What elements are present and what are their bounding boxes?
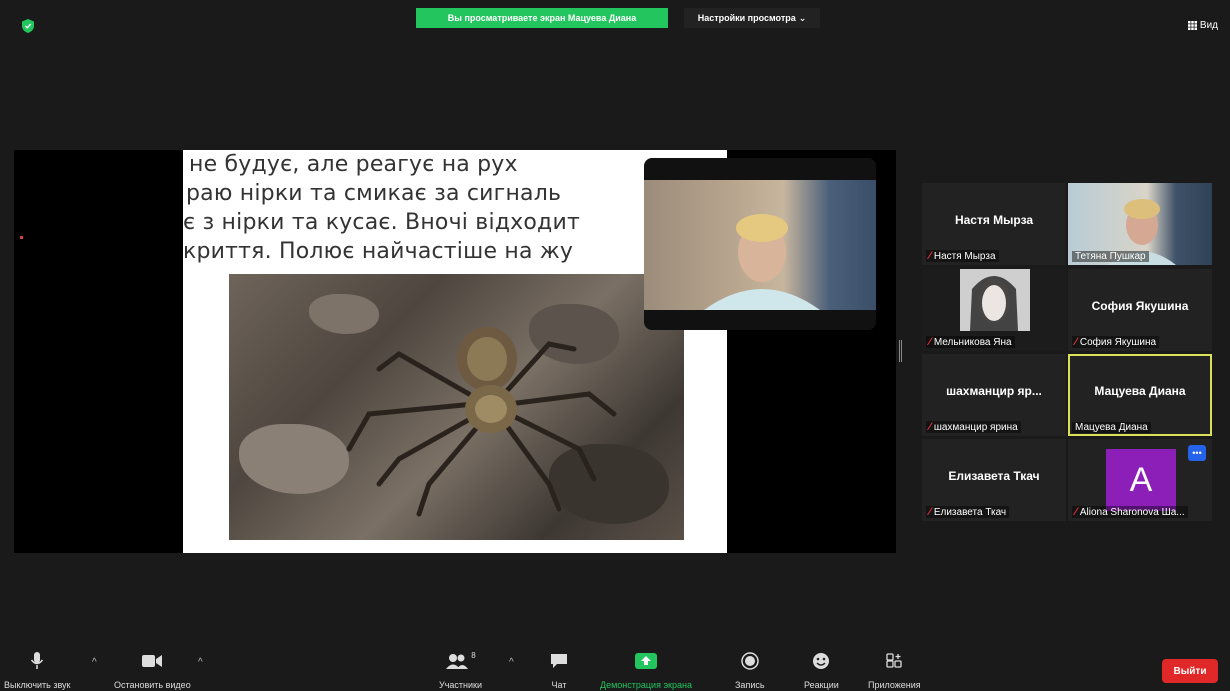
share-screen-icon [634, 651, 657, 671]
participant-label-text: Мельникова Яна [933, 336, 1012, 348]
view-button-label: Вид [1199, 20, 1218, 31]
participant-tile[interactable]: ⁄ Мельникова Яна [922, 269, 1066, 351]
record-label: Запись [735, 680, 765, 690]
stop-video-button[interactable]: Остановить видео [114, 651, 191, 690]
speaker-video [644, 180, 876, 310]
spider-photo [229, 274, 684, 540]
slide-text-line: криття. Полює найчастіше на жу [183, 239, 574, 264]
slide-text-line: раю нірки та смикає за сигналь [186, 181, 562, 206]
participant-tile[interactable]: Елизавета Ткач ⁄ Елизавета Ткач [922, 439, 1066, 521]
camera-icon [142, 651, 163, 671]
share-screen-button[interactable]: Демонстрация экрана [600, 651, 692, 690]
participant-label-text: София Якушина [1079, 336, 1157, 348]
spider-image [346, 327, 617, 517]
mic-muted-icon: ⁄ [929, 250, 931, 262]
participant-label: ⁄ Елизавета Ткач [926, 506, 1010, 518]
apps-icon [886, 651, 902, 671]
participant-tile[interactable]: шахманцир яр... ⁄ шахманцир ярина [922, 354, 1066, 436]
avatar: A [1106, 449, 1176, 511]
microphone-icon [30, 651, 44, 671]
meeting-toolbar: Выключить звук ^ Остановить видео ^ 8 Уч… [0, 645, 1230, 691]
participant-tile-active[interactable]: Мацуева Диана Мацуева Диана [1068, 354, 1212, 436]
chat-label: Чат [551, 680, 567, 690]
participant-label-text: Aliona Sharonova Ша... [1079, 506, 1185, 518]
participant-label-text: Настя Мырза [933, 250, 996, 262]
more-options-icon[interactable]: ••• [1188, 445, 1206, 461]
mute-label: Выключить звук [4, 680, 71, 690]
mic-muted-icon: ⁄ [929, 336, 931, 348]
participants-button[interactable]: 8 Участники [439, 651, 482, 690]
participant-name-big: Настя Мырза [954, 213, 1034, 227]
participant-label: ⁄ София Якушина [1072, 336, 1160, 348]
grid-icon [1187, 21, 1197, 30]
record-button[interactable]: Запись [735, 651, 765, 690]
participant-label: ⁄ Настя Мырза [926, 250, 999, 262]
stop-video-label: Остановить видео [114, 680, 191, 690]
participant-tile[interactable]: Тетяна Пушкар [1068, 183, 1212, 265]
participants-label: Участники [439, 680, 482, 690]
view-settings-dropdown[interactable]: Настройки просмотра ⌄ [684, 8, 820, 28]
participant-name-big: Елизавета Ткач [948, 469, 1040, 483]
slide-text-line: не будує, але реагує на рух [189, 152, 518, 177]
share-screen-label: Демонстрация экрана [600, 680, 692, 690]
mic-muted-icon: ⁄ [1075, 506, 1077, 518]
mic-muted-icon: ⁄ [1075, 336, 1077, 348]
participants-options-caret-icon[interactable]: ^ [509, 657, 514, 668]
participant-label-text: Тетяна Пушкар [1075, 251, 1146, 262]
slide-text-line: є з нірки та кусає. Вночі відходит [183, 210, 580, 235]
mute-button[interactable]: Выключить звук [4, 651, 71, 690]
screen-share-banner: Вы просматриваете экран Мацуева Диана [416, 8, 668, 28]
record-icon [741, 651, 759, 671]
top-bar: Вы просматриваете экран Мацуева Диана На… [0, 0, 1230, 33]
participant-label: Мацуева Диана [1072, 422, 1151, 433]
participant-label: ⁄ Aliona Sharonova Ша... [1072, 506, 1188, 518]
participant-label-text: Елизавета Ткач [933, 506, 1007, 518]
participant-tile[interactable]: София Якушина ⁄ София Якушина [1068, 269, 1212, 351]
video-options-caret-icon[interactable]: ^ [198, 657, 203, 668]
chat-icon [550, 651, 568, 671]
reactions-label: Реакции [804, 680, 839, 690]
speaker-person [704, 214, 820, 310]
security-shield-icon[interactable] [22, 19, 34, 33]
participant-tile[interactable]: Настя Мырза ⁄ Настя Мырза [922, 183, 1066, 265]
participant-name-big: Мацуева Диана [1094, 384, 1186, 398]
view-settings-label: Настройки просмотра [697, 13, 796, 23]
speaker-video-window[interactable] [644, 158, 876, 330]
view-button[interactable]: Вид [1187, 20, 1218, 31]
participant-name-big: София Якушина [1091, 299, 1189, 313]
participants-count: 8 [471, 651, 476, 660]
participant-label: Тетяна Пушкар [1072, 251, 1149, 262]
participant-tile[interactable]: A ••• ⁄ Aliona Sharonova Ша... [1068, 439, 1212, 521]
apps-label: Приложения [868, 680, 921, 690]
participant-label-text: Мацуева Диана [1075, 422, 1148, 433]
leave-button[interactable]: Выйти [1162, 659, 1218, 683]
participants-icon: 8 [445, 651, 476, 671]
participant-label-text: шахманцир ярина [933, 421, 1018, 433]
chat-button[interactable]: Чат [550, 651, 568, 690]
mic-muted-icon: ⁄ [929, 421, 931, 433]
participant-name-big: шахманцир яр... [946, 384, 1042, 398]
smiley-icon [812, 651, 830, 671]
splitter-handle[interactable] [899, 340, 902, 362]
reactions-button[interactable]: Реакции [804, 651, 839, 690]
apps-button[interactable]: Приложения [868, 651, 921, 690]
chevron-down-icon: ⌄ [798, 12, 807, 23]
participant-label: ⁄ Мельникова Яна [926, 336, 1015, 348]
audio-options-caret-icon[interactable]: ^ [92, 657, 97, 668]
mic-muted-icon: ⁄ [929, 506, 931, 518]
participant-label: ⁄ шахманцир ярина [926, 421, 1021, 433]
cursor-dot [20, 236, 23, 239]
